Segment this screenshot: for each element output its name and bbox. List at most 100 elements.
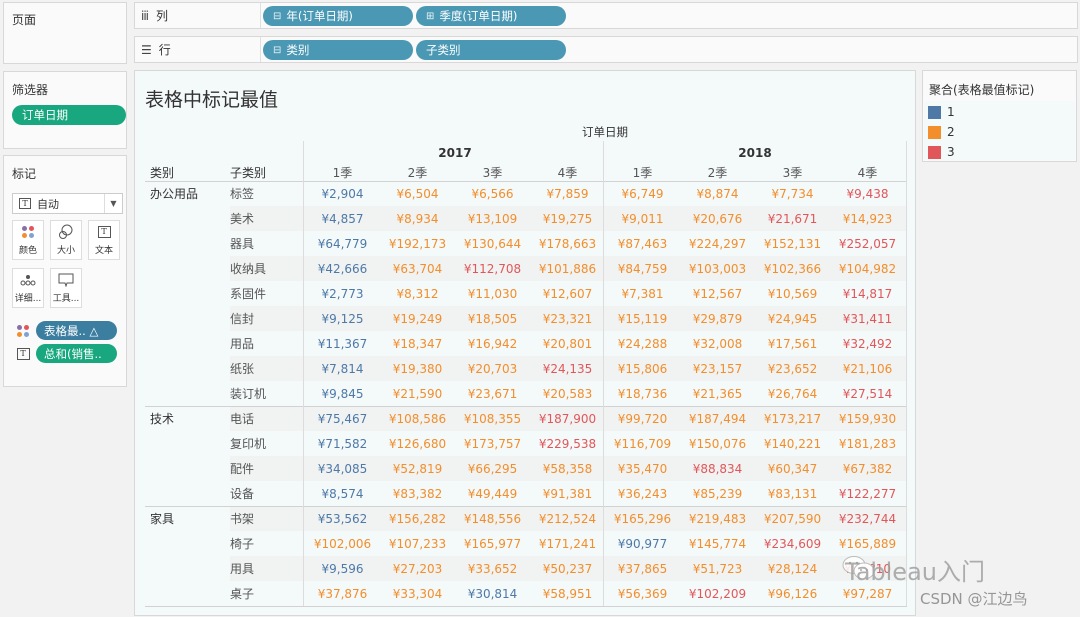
sales-cell[interactable]: ¥232,744 bbox=[830, 512, 905, 526]
sales-cell[interactable]: ¥35,470 bbox=[605, 462, 680, 476]
sales-cell[interactable]: ¥99,720 bbox=[605, 412, 680, 426]
sales-cell[interactable]: ¥11,030 bbox=[455, 287, 530, 301]
quarter-header[interactable]: 3季 bbox=[755, 164, 830, 181]
marks-field-color[interactable]: 表格最.. △ bbox=[16, 321, 117, 340]
sales-cell[interactable]: ¥178,663 bbox=[530, 237, 605, 251]
sales-cell[interactable]: ¥32,492 bbox=[830, 337, 905, 351]
sales-cell[interactable]: ¥108,355 bbox=[455, 412, 530, 426]
year-header-2018[interactable]: 2018 bbox=[605, 146, 905, 160]
subcategory-label[interactable]: 美术 bbox=[230, 210, 254, 227]
sales-cell[interactable]: ¥224,297 bbox=[680, 237, 755, 251]
sales-cell[interactable]: ¥21,671 bbox=[755, 212, 830, 226]
sales-cell[interactable]: ¥104,982 bbox=[830, 262, 905, 276]
sales-cell[interactable]: ¥33,652 bbox=[455, 562, 530, 576]
sales-cell[interactable]: ¥23,157 bbox=[680, 362, 755, 376]
sales-cell[interactable]: ¥64,779 bbox=[305, 237, 380, 251]
subcategory-label[interactable]: 系固件 bbox=[230, 285, 266, 302]
sales-cell[interactable]: ¥20,583 bbox=[530, 387, 605, 401]
sales-cell[interactable]: ¥207,590 bbox=[755, 512, 830, 526]
color-button[interactable]: 颜色 bbox=[12, 220, 44, 260]
sales-cell[interactable]: ¥229,538 bbox=[530, 437, 605, 451]
sales-cell[interactable]: ¥36,243 bbox=[605, 487, 680, 501]
expand-icon[interactable]: ⊞ bbox=[426, 11, 434, 22]
sales-cell[interactable]: ¥102,006 bbox=[305, 537, 380, 551]
sales-cell[interactable]: ¥107,233 bbox=[380, 537, 455, 551]
subcategory-label[interactable]: 收纳具 bbox=[230, 260, 266, 277]
sales-cell[interactable]: ¥13,109 bbox=[455, 212, 530, 226]
sales-cell[interactable]: ¥83,131 bbox=[755, 487, 830, 501]
sales-cell[interactable]: ¥165,977 bbox=[455, 537, 530, 551]
sales-cell[interactable]: ¥234,609 bbox=[755, 537, 830, 551]
sales-cell[interactable]: ¥28,124 bbox=[755, 562, 830, 576]
sales-cell[interactable]: ¥17,561 bbox=[755, 337, 830, 351]
sales-cell[interactable]: ¥116,709 bbox=[605, 437, 680, 451]
sales-cell[interactable]: ¥18,347 bbox=[380, 337, 455, 351]
sales-cell[interactable]: ¥58,358 bbox=[530, 462, 605, 476]
sales-cell[interactable]: ¥130,644 bbox=[455, 237, 530, 251]
sales-cell[interactable]: ¥56,369 bbox=[605, 587, 680, 601]
sales-cell[interactable]: ¥18,736 bbox=[605, 387, 680, 401]
quarter-header[interactable]: 1季 bbox=[605, 164, 680, 181]
sales-cell[interactable]: ¥145,774 bbox=[680, 537, 755, 551]
quarter-header[interactable]: 4季 bbox=[530, 164, 605, 181]
sales-cell[interactable]: ¥173,217 bbox=[755, 412, 830, 426]
sales-cell[interactable]: ¥192,173 bbox=[380, 237, 455, 251]
sales-cell[interactable]: ¥52,819 bbox=[380, 462, 455, 476]
sales-cell[interactable]: ¥12,607 bbox=[530, 287, 605, 301]
legend-item[interactable]: 2 bbox=[928, 125, 955, 139]
quarter-header[interactable]: 4季 bbox=[830, 164, 905, 181]
sales-cell[interactable]: ¥90,977 bbox=[605, 537, 680, 551]
sales-cell[interactable]: ¥30,814 bbox=[455, 587, 530, 601]
sales-cell[interactable]: ¥7,381 bbox=[605, 287, 680, 301]
sales-cell[interactable]: ¥156,282 bbox=[380, 512, 455, 526]
rows-shelf[interactable]: ☰ 行 ⊟ 类别 子类别 bbox=[134, 36, 1078, 63]
pill-subcategory[interactable]: 子类别 bbox=[416, 40, 566, 60]
sales-cell[interactable]: ¥2,773 bbox=[305, 287, 380, 301]
filters-shelf[interactable]: 筛选器 订单日期 bbox=[3, 71, 127, 149]
sales-cell[interactable]: ¥51,723 bbox=[680, 562, 755, 576]
sales-cell[interactable]: ¥9,011 bbox=[605, 212, 680, 226]
sales-cell[interactable]: ¥19,275 bbox=[530, 212, 605, 226]
tooltip-button[interactable]: 工具... bbox=[50, 268, 82, 308]
collapse-icon[interactable]: ⊟ bbox=[273, 45, 281, 56]
sales-cell[interactable]: ¥108,586 bbox=[380, 412, 455, 426]
sales-cell[interactable]: ¥71,582 bbox=[305, 437, 380, 451]
row-header-category[interactable]: 类别 bbox=[150, 164, 174, 181]
sales-cell[interactable]: ¥50,237 bbox=[530, 562, 605, 576]
mark-type-dropdown[interactable]: T 自动 ▼ bbox=[12, 193, 123, 214]
sales-cell[interactable]: ¥85,239 bbox=[680, 487, 755, 501]
legend-item[interactable]: 3 bbox=[928, 145, 955, 159]
sales-cell[interactable]: ¥87,463 bbox=[605, 237, 680, 251]
year-header-2017[interactable]: 2017 bbox=[305, 146, 605, 160]
sales-cell[interactable]: ¥33,304 bbox=[380, 587, 455, 601]
sales-cell[interactable]: ¥11,367 bbox=[305, 337, 380, 351]
sales-cell[interactable]: ¥27,203 bbox=[380, 562, 455, 576]
row-header-subcategory[interactable]: 子类别 bbox=[230, 164, 266, 181]
size-button[interactable]: 大小 bbox=[50, 220, 82, 260]
sales-cell[interactable]: ¥165,296 bbox=[605, 512, 680, 526]
quarter-header[interactable]: 2季 bbox=[680, 164, 755, 181]
sales-cell[interactable]: ¥19,249 bbox=[380, 312, 455, 326]
sales-cell[interactable]: ¥66,295 bbox=[455, 462, 530, 476]
category-label[interactable]: 办公用品 bbox=[150, 185, 198, 202]
sales-cell[interactable]: ¥9,438 bbox=[830, 187, 905, 201]
sales-cell[interactable]: ¥26,764 bbox=[755, 387, 830, 401]
sales-cell[interactable]: ¥4,857 bbox=[305, 212, 380, 226]
quarter-header[interactable]: 1季 bbox=[305, 164, 380, 181]
sales-cell[interactable]: ¥23,652 bbox=[755, 362, 830, 376]
sales-cell[interactable]: ¥171,241 bbox=[530, 537, 605, 551]
category-label[interactable]: 技术 bbox=[150, 410, 174, 427]
sales-cell[interactable]: ¥27,514 bbox=[830, 387, 905, 401]
sales-cell[interactable]: ¥23,671 bbox=[455, 387, 530, 401]
sales-cell[interactable]: ¥88,834 bbox=[680, 462, 755, 476]
sales-cell[interactable]: ¥7,814 bbox=[305, 362, 380, 376]
sales-cell[interactable]: ¥32,008 bbox=[680, 337, 755, 351]
sales-cell[interactable]: ¥67,382 bbox=[830, 462, 905, 476]
sales-cell[interactable]: ¥20,801 bbox=[530, 337, 605, 351]
sales-cell[interactable]: ¥103,003 bbox=[680, 262, 755, 276]
sales-cell[interactable]: ¥21,106 bbox=[830, 362, 905, 376]
text-button[interactable]: T 文本 bbox=[88, 220, 120, 260]
sales-cell[interactable]: ¥102,366 bbox=[755, 262, 830, 276]
sales-cell[interactable]: ¥140,221 bbox=[755, 437, 830, 451]
sales-cell[interactable]: ¥20,676 bbox=[680, 212, 755, 226]
